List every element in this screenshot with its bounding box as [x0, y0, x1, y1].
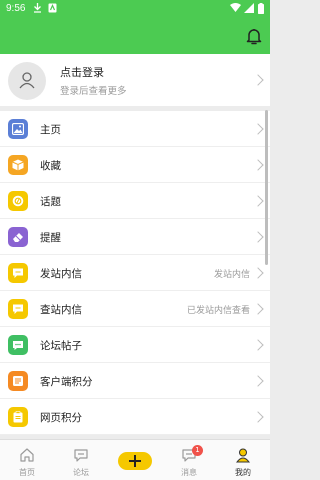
- tab-forum[interactable]: 论坛: [54, 440, 108, 480]
- menu-item-favorites[interactable]: 收藏: [0, 147, 270, 183]
- chevron-right-icon: [252, 231, 264, 243]
- tab-home-label: 首页: [19, 468, 35, 477]
- tab-messages[interactable]: 1 消息: [162, 440, 216, 480]
- tab-mine-label: 我的: [235, 468, 251, 477]
- chevron-right-icon: [252, 339, 264, 351]
- chevron-right-icon: [252, 195, 264, 207]
- menu-item-label: 话题: [40, 196, 61, 208]
- menu-item-value: 已发站内信查看: [186, 306, 250, 316]
- download-icon: [33, 3, 42, 16]
- message-icon: [8, 299, 28, 319]
- unread-badge: 1: [192, 445, 203, 456]
- battery-icon: [258, 3, 264, 17]
- image-icon: [8, 119, 28, 139]
- menu-item-client-points[interactable]: 客户端积分: [0, 363, 270, 399]
- chevron-right-icon: [252, 74, 264, 86]
- signal-icon: [244, 3, 254, 16]
- menu-item-label: 网页积分: [40, 412, 82, 424]
- menu-list: 主页 收藏 话题 提醒 发站内信 发站内信 查站内信 已发站内信查看 论坛帖子 …: [0, 111, 270, 435]
- chevron-right-icon: [252, 411, 264, 423]
- tab-home[interactable]: 首页: [0, 440, 54, 480]
- menu-item-topics[interactable]: 话题: [0, 183, 270, 219]
- chevron-right-icon: [252, 375, 264, 387]
- tab-messages-label: 消息: [181, 468, 197, 477]
- tab-forum-label: 论坛: [73, 468, 89, 477]
- wifi-icon: [230, 3, 241, 16]
- menu-item-home[interactable]: 主页: [0, 111, 270, 147]
- user-icon: [19, 72, 35, 89]
- menu-item-forum-posts[interactable]: 论坛帖子: [0, 327, 270, 363]
- menu-item-view-messages[interactable]: 查站内信 已发站内信查看: [0, 291, 270, 327]
- menu-item-reminders[interactable]: 提醒: [0, 219, 270, 255]
- menu-item-label: 提醒: [40, 232, 61, 244]
- menu-item-label: 查站内信: [40, 304, 82, 316]
- menu-item-label: 发站内信: [40, 268, 82, 280]
- clipboard-icon: [8, 407, 28, 427]
- scrollbar[interactable]: [265, 110, 268, 265]
- message-icon: [8, 263, 28, 283]
- chat-icon: [8, 335, 28, 355]
- login-title: 点击登录: [60, 66, 104, 79]
- eraser-icon: [8, 227, 28, 247]
- menu-item-label: 收藏: [40, 160, 61, 172]
- login-subtitle: 登录后查看更多: [60, 86, 127, 97]
- chevron-right-icon: [252, 303, 264, 315]
- box-icon: [8, 155, 28, 175]
- chevron-right-icon: [252, 159, 264, 171]
- home-icon: [20, 448, 34, 462]
- person-icon: [235, 448, 251, 463]
- topic-icon: [8, 191, 28, 211]
- tab-mine[interactable]: 我的: [216, 440, 270, 480]
- menu-item-label: 论坛帖子: [40, 340, 82, 352]
- menu-item-send-message[interactable]: 发站内信 发站内信: [0, 255, 270, 291]
- menu-item-web-points[interactable]: 网页积分: [0, 399, 270, 435]
- tab-post[interactable]: [108, 440, 162, 480]
- menu-item-label: 主页: [40, 124, 61, 136]
- status-bar: 9:56: [0, 0, 270, 18]
- forum-icon: [74, 449, 88, 462]
- menu-item-value: 发站内信: [213, 270, 250, 280]
- chevron-right-icon: [252, 123, 264, 135]
- top-bar: [0, 18, 270, 54]
- login-card[interactable]: 点击登录 登录后查看更多: [0, 54, 270, 106]
- add-post-button[interactable]: [118, 452, 152, 470]
- menu-item-label: 客户端积分: [40, 376, 93, 388]
- avatar[interactable]: [8, 62, 46, 100]
- chevron-right-icon: [252, 267, 264, 279]
- notification-app-icon: [48, 3, 57, 16]
- bottom-nav: 首页 论坛 1 消息 我的: [0, 439, 270, 480]
- status-time: 9:56: [6, 3, 26, 14]
- points-icon: [8, 371, 28, 391]
- bell-icon[interactable]: [244, 26, 264, 46]
